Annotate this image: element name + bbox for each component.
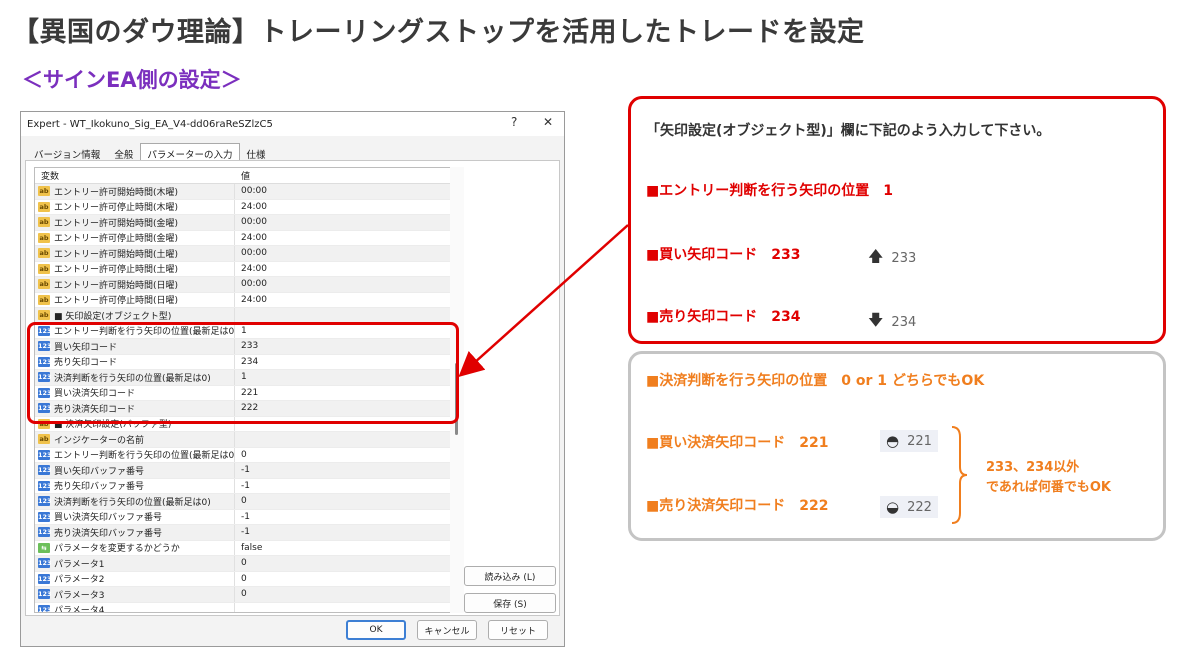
buy-arrow-sample-code: 233: [891, 251, 917, 266]
buy-arrow-code-note: ■買い矢印コード 233: [646, 247, 801, 263]
buy-arrow-sample: 🡅 233: [868, 246, 916, 271]
sell-arrow-sample: 🡇 234: [868, 310, 916, 335]
sell-arrow-sample-code: 234: [891, 315, 917, 330]
arrow-down-icon: 🡇: [868, 311, 884, 329]
sell-exit-code-note: ■売り決済矢印コード 222: [646, 498, 829, 514]
buy-exit-code-note: ■買い決済矢印コード 221: [646, 435, 829, 451]
entry-position-note: ■エントリー判断を行う矢印の位置 1: [646, 183, 893, 199]
brace-icon: [951, 426, 968, 524]
sell-exit-sample-code: 222: [907, 499, 932, 515]
buy-exit-sample: ◓ 221: [880, 430, 938, 452]
exit-code-note-line1: 233、234以外: [986, 460, 1080, 475]
arrow-up-icon: 🡅: [868, 247, 884, 265]
buy-exit-arrow-icon: ◓: [886, 432, 900, 450]
callout-heading: 「矢印設定(オブジェクト型)」欄に下記のよう入力して下さい。: [646, 123, 1051, 139]
sell-arrow-code-note: ■売り矢印コード 234: [646, 309, 801, 325]
buy-exit-sample-code: 221: [907, 433, 932, 449]
sell-exit-sample: ◒ 222: [880, 496, 938, 518]
sell-exit-arrow-icon: ◒: [886, 498, 900, 516]
exit-position-note: ■決済判断を行う矢印の位置 0 or 1 どちらでもOK: [646, 373, 985, 389]
exit-code-note-line2: であれば何番でもOK: [986, 480, 1111, 495]
